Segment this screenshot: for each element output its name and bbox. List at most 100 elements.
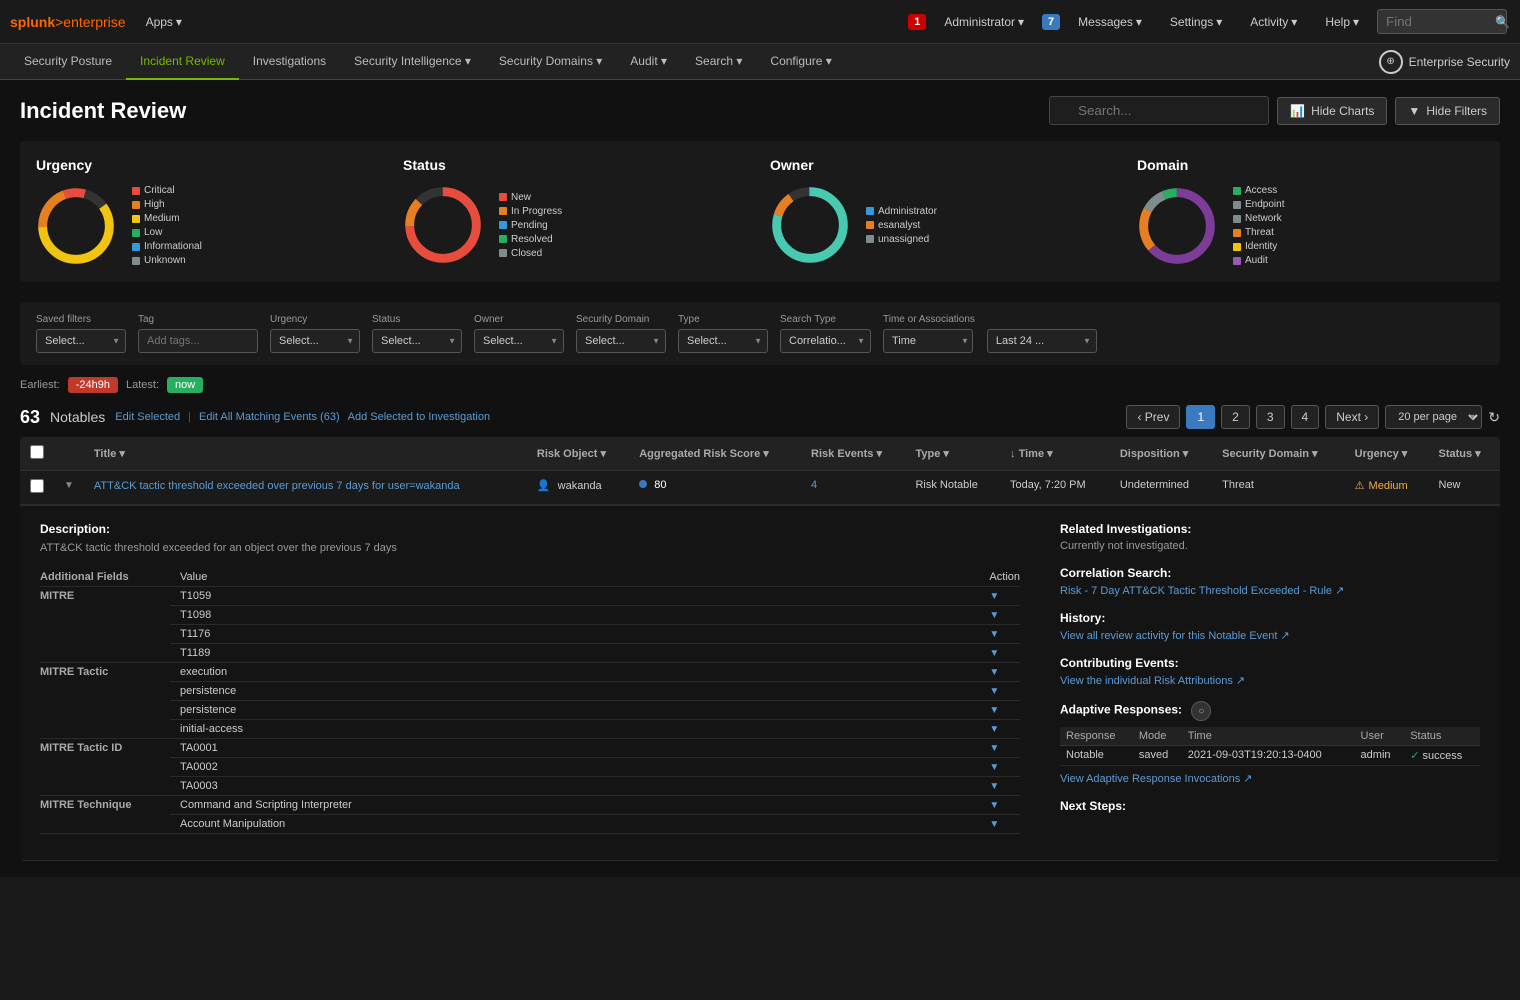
row-checkbox-cell[interactable]	[20, 471, 54, 505]
apps-menu-button[interactable]: Apps ▾	[136, 11, 192, 33]
contributing-events-link[interactable]: View the individual Risk Attributions ↗	[1060, 675, 1245, 687]
administrator-menu[interactable]: Administrator ▾	[934, 11, 1034, 33]
risk-object-header[interactable]: Risk Object ▾	[527, 437, 629, 471]
correlation-search-link[interactable]: Risk - 7 Day ATT&CK Tactic Threshold Exc…	[1060, 585, 1344, 597]
expand-button[interactable]: ▼	[64, 480, 74, 491]
domain-legend: Access Endpoint Network Threat	[1233, 185, 1284, 266]
security-domain-header[interactable]: Security Domain ▾	[1212, 437, 1345, 471]
type-label: Type	[678, 314, 768, 325]
subnav-search[interactable]: Search ▾	[681, 44, 756, 80]
security-domain-select[interactable]: Select...	[576, 329, 666, 353]
refresh-button[interactable]: ↻	[1488, 409, 1500, 426]
find-input[interactable]	[1377, 9, 1507, 34]
unassigned-dot	[866, 235, 874, 243]
subnav-security-intelligence[interactable]: Security Intelligence ▾	[340, 44, 485, 80]
status-select[interactable]: Select...	[372, 329, 462, 353]
help-menu[interactable]: Help ▾	[1315, 11, 1369, 33]
latest-value[interactable]: now	[167, 377, 203, 393]
subnav-security-domains[interactable]: Security Domains ▾	[485, 44, 616, 80]
agg-risk-score-header[interactable]: Aggregated Risk Score ▾	[629, 437, 801, 471]
subnav-investigations[interactable]: Investigations	[239, 44, 340, 80]
t1059-arrow[interactable]: ▼	[989, 591, 999, 602]
risk-events-link[interactable]: 4	[811, 479, 817, 491]
account-arrow[interactable]: ▼	[989, 819, 999, 830]
prev-button[interactable]: ‹ Prev	[1126, 405, 1180, 429]
t1098-arrow[interactable]: ▼	[989, 610, 999, 621]
saved-filters-select[interactable]: Select...	[36, 329, 126, 353]
messages-menu[interactable]: Messages ▾	[1068, 11, 1152, 33]
high-label: High	[144, 199, 165, 210]
title-header[interactable]: Title ▾	[84, 437, 527, 471]
command-arrow[interactable]: ▼	[989, 800, 999, 811]
type-header[interactable]: Type ▾	[905, 437, 1000, 471]
status-header[interactable]: Status ▾	[1429, 437, 1501, 471]
risk-score-value: 80	[654, 479, 666, 491]
persistence2-arrow[interactable]: ▼	[989, 705, 999, 716]
hide-charts-button[interactable]: 📊 Hide Charts	[1277, 97, 1387, 125]
urgency-donut	[36, 186, 116, 266]
subnav-security-posture[interactable]: Security Posture	[10, 44, 126, 80]
audit-dot	[1233, 257, 1241, 265]
t1176-arrow[interactable]: ▼	[989, 629, 999, 640]
mitre-val-t1189: T1189	[170, 644, 985, 663]
page-2-button[interactable]: 2	[1221, 405, 1250, 429]
time-assoc-select[interactable]: Time	[883, 329, 973, 353]
contributing-events-title: Contributing Events:	[1060, 656, 1480, 670]
urgency-header[interactable]: Urgency ▾	[1345, 437, 1429, 471]
domain-title: Domain	[1137, 157, 1484, 173]
main-search-input[interactable]	[1049, 96, 1269, 125]
search-type-select[interactable]: Correlatio...	[780, 329, 871, 353]
page-4-button[interactable]: 4	[1291, 405, 1320, 429]
page-1-button[interactable]: 1	[1186, 405, 1215, 429]
hide-filters-button[interactable]: ▼ Hide Filters	[1395, 97, 1500, 125]
notables-bar: 63 Notables Edit Selected | Edit All Mat…	[20, 405, 1500, 429]
ta0001-arrow[interactable]: ▼	[989, 743, 999, 754]
globe-icon[interactable]: ⊕	[1379, 50, 1403, 74]
execution-arrow[interactable]: ▼	[989, 667, 999, 678]
row-checkbox[interactable]	[30, 479, 44, 493]
description-text: ATT&CK tactic threshold exceeded for an …	[40, 542, 1020, 554]
last24-select[interactable]: Last 24 ...	[987, 329, 1097, 353]
ta0002-arrow[interactable]: ▼	[989, 762, 999, 773]
closed-dot	[499, 249, 507, 257]
subnav-incident-review[interactable]: Incident Review	[126, 44, 239, 80]
initial-access-arrow[interactable]: ▼	[989, 724, 999, 735]
t1189-arrow[interactable]: ▼	[989, 648, 999, 659]
page-3-button[interactable]: 3	[1256, 405, 1285, 429]
activity-menu[interactable]: Activity ▾	[1240, 11, 1307, 33]
next-button[interactable]: Next ›	[1325, 405, 1379, 429]
check-all-header[interactable]	[20, 437, 54, 471]
earliest-value[interactable]: -24h9h	[68, 377, 118, 393]
edit-selected-link[interactable]: Edit Selected	[115, 411, 180, 423]
history-link[interactable]: View all review activity for this Notabl…	[1060, 630, 1290, 642]
adaptive-invocations-link[interactable]: View Adaptive Response Invocations ↗	[1060, 772, 1480, 785]
add-investigation-link[interactable]: Add Selected to Investigation	[348, 411, 490, 423]
check-all-checkbox[interactable]	[30, 445, 44, 459]
settings-menu[interactable]: Settings ▾	[1160, 11, 1232, 33]
status-col-header: Status	[1404, 727, 1480, 746]
security-domain-select-wrap: Select...	[576, 329, 666, 353]
per-page-select[interactable]: 20 per page	[1385, 405, 1482, 429]
subnav-configure[interactable]: Configure ▾	[756, 44, 845, 80]
edit-all-events-link[interactable]: Edit All Matching Events (63)	[199, 411, 340, 423]
pagination: ‹ Prev 1 2 3 4 Next › 20 per page ↻	[1126, 405, 1500, 429]
notable-title-link[interactable]: ATT&CK tactic threshold exceeded over pr…	[94, 480, 460, 492]
time-header[interactable]: ↓ Time ▾	[1000, 437, 1110, 471]
subnav-audit[interactable]: Audit ▾	[616, 44, 681, 80]
type-select[interactable]: Select...	[678, 329, 768, 353]
per-page-wrap: 20 per page	[1385, 405, 1482, 429]
persistence1-arrow[interactable]: ▼	[989, 686, 999, 697]
disposition-header[interactable]: Disposition ▾	[1110, 437, 1212, 471]
urgency-select[interactable]: Select...	[270, 329, 360, 353]
expand-cell[interactable]: ▼	[54, 471, 84, 505]
esanalyst-dot	[866, 221, 874, 229]
time-associations-group: Time or Associations Time	[883, 314, 975, 353]
legend-esanalyst: esanalyst	[866, 220, 937, 231]
owner-select[interactable]: Select...	[474, 329, 564, 353]
risk-events-header[interactable]: Risk Events ▾	[801, 437, 905, 471]
ta0003-arrow[interactable]: ▼	[989, 781, 999, 792]
earliest-label: Earliest:	[20, 379, 60, 391]
messages-badge: 7	[1042, 14, 1060, 30]
last24-group: Last 24 ...	[987, 314, 1097, 353]
tag-input[interactable]	[138, 329, 258, 353]
